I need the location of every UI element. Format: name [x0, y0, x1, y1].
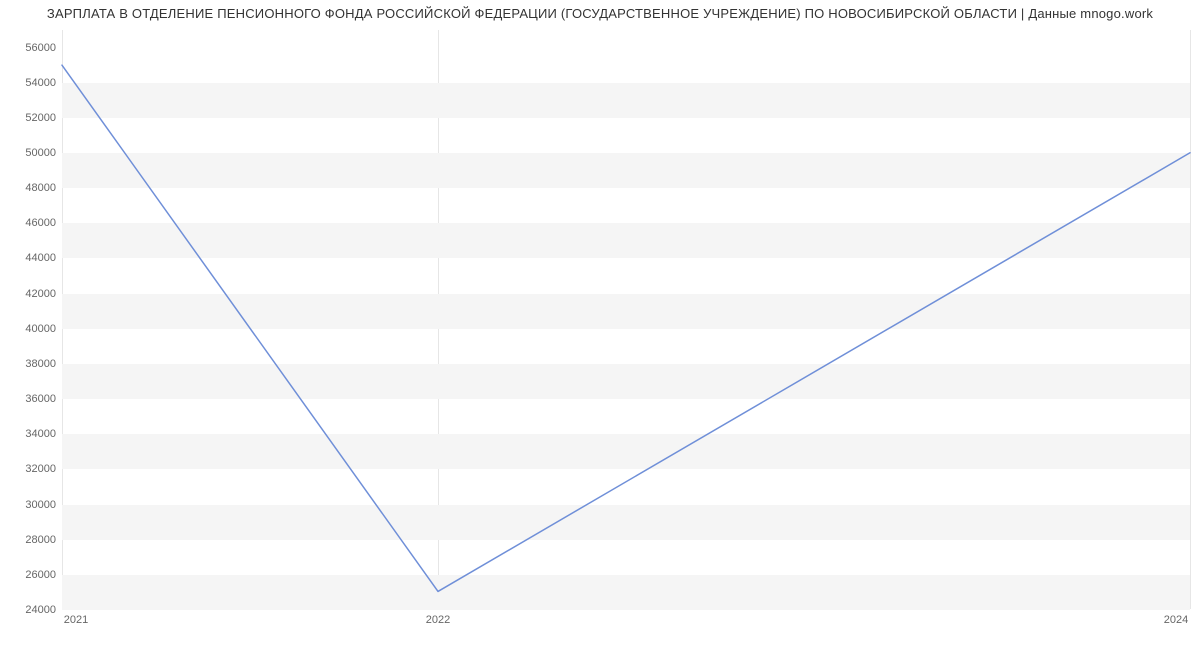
- y-tick-label: 36000: [25, 393, 56, 405]
- y-tick-label: 56000: [25, 42, 56, 54]
- x-axis: 2021 2022 2024: [62, 610, 1190, 650]
- y-tick-label: 54000: [25, 77, 56, 89]
- series-line: [62, 30, 1190, 609]
- x-tick-label: 2021: [64, 614, 88, 626]
- y-tick-label: 26000: [25, 569, 56, 581]
- y-tick-label: 50000: [25, 147, 56, 159]
- plot-area: [62, 30, 1190, 610]
- y-tick-label: 48000: [25, 182, 56, 194]
- y-tick-label: 42000: [25, 288, 56, 300]
- y-tick-label: 44000: [25, 252, 56, 264]
- x-tick-label: 2024: [1164, 614, 1188, 626]
- y-tick-label: 38000: [25, 358, 56, 370]
- y-tick-label: 46000: [25, 217, 56, 229]
- y-tick-label: 40000: [25, 323, 56, 335]
- chart-container: ЗАРПЛАТА В ОТДЕЛЕНИЕ ПЕНСИОННОГО ФОНДА Р…: [0, 0, 1200, 650]
- y-tick-label: 32000: [25, 463, 56, 475]
- y-tick-label: 28000: [25, 534, 56, 546]
- y-tick-label: 34000: [25, 428, 56, 440]
- y-tick-label: 30000: [25, 499, 56, 511]
- y-axis: 2400026000280003000032000340003600038000…: [0, 30, 62, 610]
- y-tick-label: 24000: [25, 604, 56, 616]
- x-tick-label: 2022: [426, 614, 450, 626]
- chart-title: ЗАРПЛАТА В ОТДЕЛЕНИЕ ПЕНСИОННОГО ФОНДА Р…: [0, 6, 1200, 21]
- y-tick-label: 52000: [25, 112, 56, 124]
- vertical-gridline: [1190, 30, 1191, 609]
